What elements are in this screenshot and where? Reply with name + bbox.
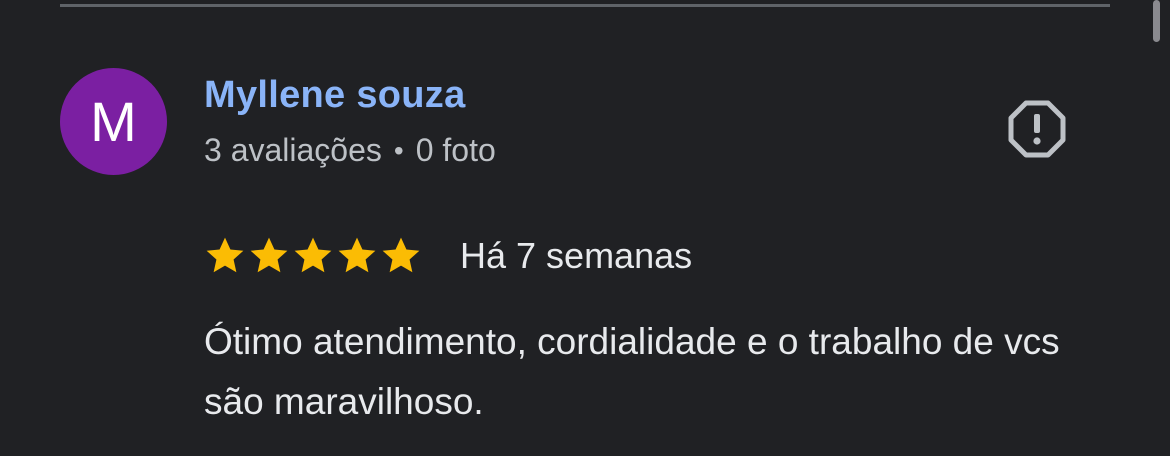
report-button[interactable]	[1004, 96, 1070, 162]
avatar-letter: M	[90, 89, 137, 153]
reviews-count: 3 avaliações	[204, 132, 382, 168]
report-flag-icon	[1008, 100, 1066, 158]
star-rating	[204, 235, 422, 277]
star-icon	[206, 237, 244, 273]
review-text: Ótimo atendimento, cordialidade e o trab…	[204, 321, 1060, 422]
review-date: Há 7 semanas	[460, 235, 693, 276]
photos-count: 0 foto	[415, 132, 496, 168]
rating-row: Há 7 semanas	[204, 232, 692, 280]
avatar[interactable]: M	[60, 68, 167, 175]
star-icon	[294, 237, 332, 273]
scrollbar[interactable]	[1153, 0, 1160, 42]
star-icon	[250, 237, 288, 273]
author-meta: 3 avaliações • 0 foto	[204, 132, 496, 169]
divider	[60, 4, 1110, 7]
meta-separator: •	[393, 134, 404, 166]
star-icon	[382, 237, 420, 273]
star-icon	[338, 237, 376, 273]
author-name[interactable]: Myllene souza	[204, 74, 466, 117]
